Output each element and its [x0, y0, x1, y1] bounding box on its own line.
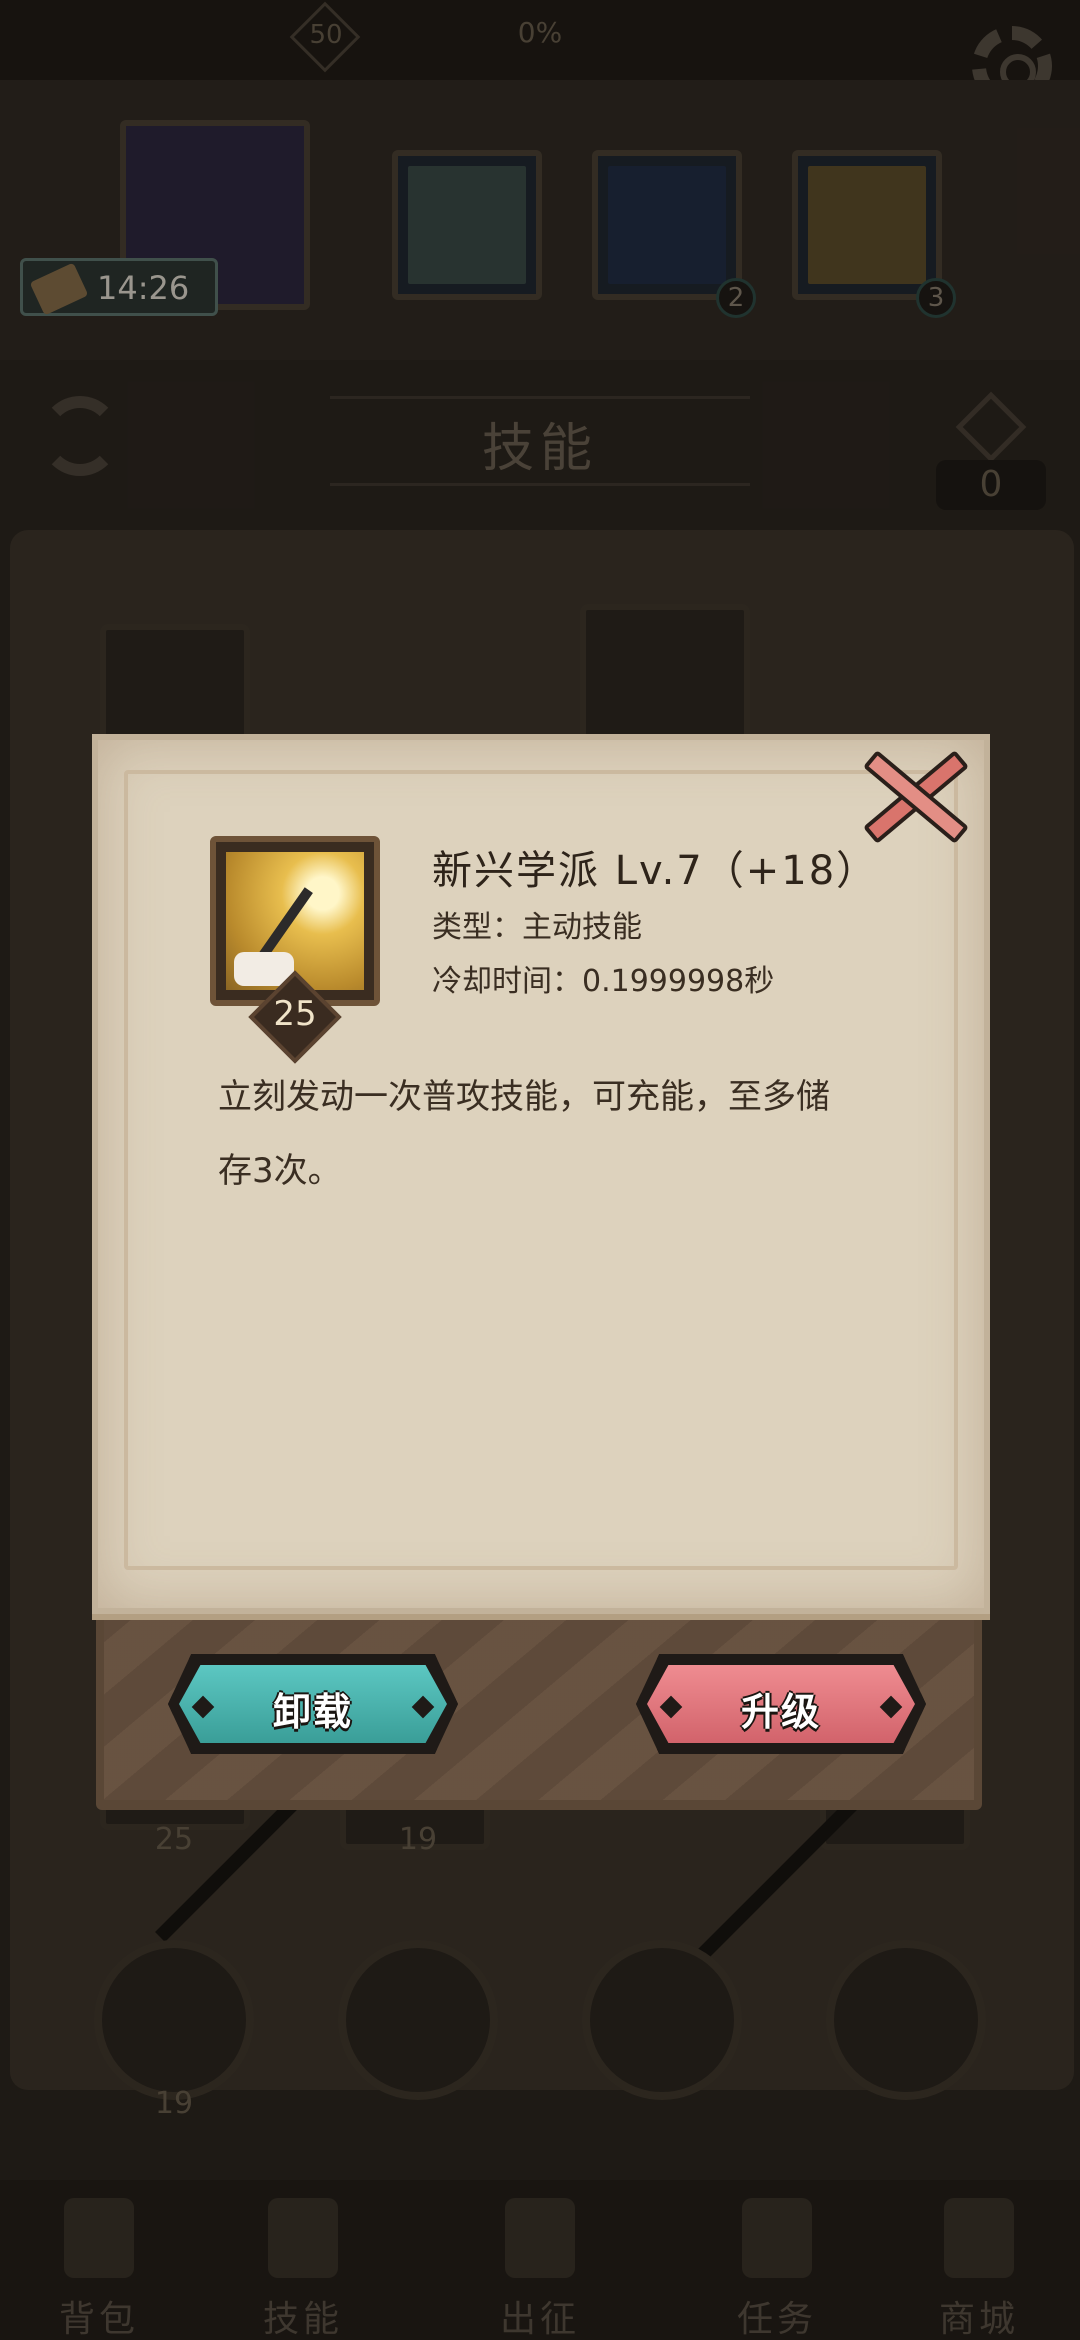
skill-type: 类型：主动技能 [432, 910, 642, 945]
upgrade-button-label: 升级 [740, 1690, 821, 1734]
skill-description: 立刻发动一次普攻技能，可充能，至多储存3次。 [218, 1077, 830, 1191]
skill-level-value: 25 [273, 994, 317, 1034]
skill-art [226, 852, 364, 990]
skill-name: 新兴学派 Lv.7（+18） [432, 848, 879, 894]
upgrade-button[interactable]: 升级 [636, 1654, 926, 1754]
unload-button-label: 卸载 [272, 1690, 353, 1734]
skill-cooldown: 冷却时间：0.1999998秒 [432, 964, 775, 999]
unload-button[interactable]: 卸载 [168, 1654, 458, 1754]
